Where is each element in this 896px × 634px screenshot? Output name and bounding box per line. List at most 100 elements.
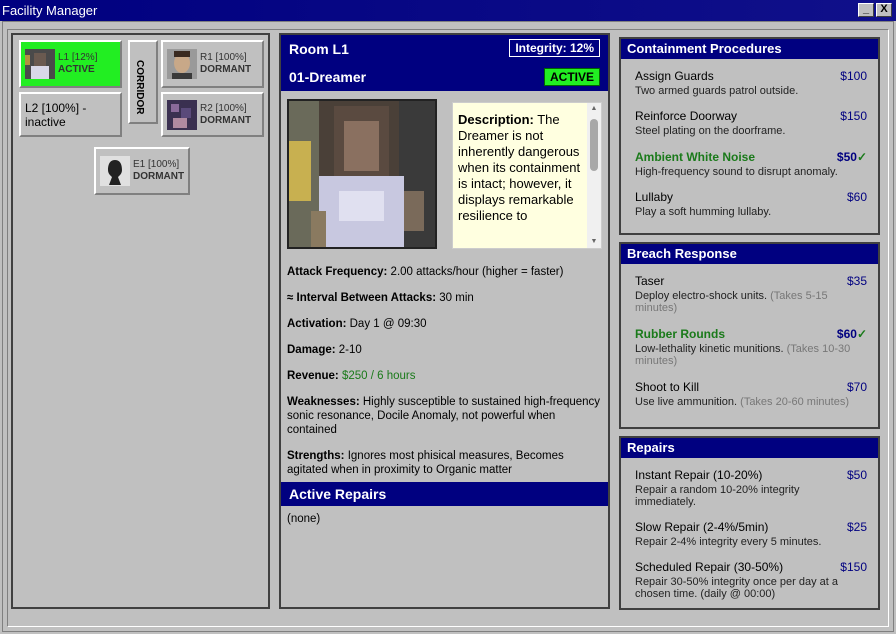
check-icon: ✓ — [856, 327, 867, 341]
scroll-down-icon[interactable]: ▼ — [587, 236, 601, 248]
option-price-value: $60 — [846, 190, 867, 204]
option-taser[interactable]: Taser $35 Deploy electro-shock units. (T… — [635, 274, 867, 314]
option-price: $35 — [847, 274, 867, 288]
room-label: R1 [100%] — [200, 52, 247, 63]
active-repairs-header: Active Repairs — [281, 482, 608, 506]
stat-label: Revenue: — [287, 370, 339, 382]
option-price: $70 — [847, 380, 867, 394]
option-slow-repair[interactable]: Slow Repair (2-4%/5min) $25 Repair 2-4% … — [635, 520, 867, 548]
window-title: Facility Manager — [2, 3, 98, 18]
option-reinforce-doorway[interactable]: Reinforce Doorway $150 Steel plating on … — [635, 109, 867, 137]
room-e1-tile[interactable]: E1 [100%] DORMANT — [94, 147, 190, 195]
close-button[interactable]: X — [876, 3, 892, 17]
anomaly-portrait — [287, 99, 437, 249]
stat-value: 2-10 — [338, 344, 362, 356]
room-label: R2 [100%] — [200, 102, 247, 114]
stat-value: 30 min — [439, 292, 474, 304]
stat-label: Weaknesses: — [287, 396, 360, 408]
anomaly-portrait-thumbnail — [25, 49, 55, 79]
stat-attack-frequency: Attack Frequency: 2.00 attacks/hour (hig… — [287, 265, 605, 279]
option-name: Instant Repair (10-20%) — [635, 468, 763, 482]
option-price: $150 — [840, 109, 867, 123]
room-label: E1 [100%] — [133, 159, 180, 170]
room-l1-tile[interactable]: L1 [12%] ACTIVE — [19, 40, 122, 88]
option-desc: Repair 2-4% integrity every 5 minutes. — [635, 536, 822, 548]
option-lullaby[interactable]: Lullaby $60 Play a soft humming lullaby. — [635, 190, 867, 218]
corridor-tile[interactable]: CORRIDOR — [128, 40, 158, 124]
scroll-up-icon[interactable]: ▲ — [587, 103, 601, 115]
option-duration: (Takes 20-60 minutes) — [740, 396, 849, 408]
option-desc-text: Low-lethality kinetic munitions. — [635, 343, 784, 355]
option-ambient-white-noise[interactable]: Ambient White Noise $50✓ High-frequency … — [635, 150, 867, 178]
stat-value: 2.00 attacks/hour (higher = faster) — [390, 266, 564, 278]
option-instant-repair[interactable]: Instant Repair (10-20%) $50 Repair a ran… — [635, 468, 867, 508]
option-price-value: $35 — [846, 274, 867, 288]
description-scrollbar[interactable]: ▲ ▼ — [587, 103, 601, 248]
room-state: DORMANT — [200, 64, 252, 75]
option-name: Reinforce Doorway — [635, 109, 738, 123]
stat-interval: ≈ Interval Between Attacks: 30 min — [287, 291, 605, 305]
option-desc: Repair 30-50% integrity once per day at … — [635, 576, 839, 600]
containment-header: Containment Procedures — [621, 39, 878, 59]
room-label: L1 [12%] — [58, 52, 98, 63]
option-assign-guards[interactable]: Assign Guards $100 Two armed guards patr… — [635, 69, 867, 97]
option-desc-text: Use live ammunition. — [635, 396, 738, 408]
option-price-value: $150 — [840, 560, 867, 574]
option-name: Taser — [635, 274, 665, 288]
option-desc: High-frequency sound to disrupt anomaly. — [635, 166, 838, 178]
check-icon: ✓ — [856, 150, 867, 164]
anomaly-name: 01-Dreamer — [289, 69, 367, 85]
room-r2-tile[interactable]: R2 [100%] DORMANT — [161, 92, 264, 137]
anomaly-stats: Attack Frequency: 2.00 attacks/hour (hig… — [287, 265, 605, 489]
option-price: $60✓ — [837, 327, 867, 341]
option-name: Shoot to Kill — [635, 380, 700, 394]
anomaly-portrait-thumbnail — [167, 49, 197, 79]
scroll-thumb[interactable] — [590, 119, 598, 171]
stat-damage: Damage: 2-10 — [287, 343, 605, 357]
facility-map-panel: L1 [12%] ACTIVE L2 [100%] - inactive COR… — [11, 33, 270, 609]
description-text: Description: The Dreamer is not inherent… — [458, 112, 583, 224]
title-bar: Facility Manager _ X — [0, 0, 896, 21]
status-badge: ACTIVE — [543, 68, 600, 86]
option-price-value: $50 — [836, 150, 857, 164]
room-r1-tile[interactable]: R1 [100%] DORMANT — [161, 40, 264, 88]
option-desc: Steel plating on the doorframe. — [635, 125, 786, 137]
option-desc-text: Deploy electro-shock units. — [635, 290, 768, 302]
option-desc: Deploy electro-shock units. (Takes 5-15 … — [635, 290, 867, 314]
stat-label: ≈ Interval Between Attacks: — [287, 292, 437, 304]
option-price: $50 — [847, 468, 867, 482]
option-price-value: $150 — [840, 109, 867, 123]
room-l2-tile[interactable]: L2 [100%] - inactive — [19, 92, 122, 137]
room-state: ACTIVE — [58, 64, 95, 75]
stat-label: Attack Frequency: — [287, 266, 388, 278]
anomaly-portrait-thumbnail — [167, 99, 197, 130]
option-name: Scheduled Repair (30-50%) — [635, 560, 784, 574]
room-label: L2 [100%] - — [25, 100, 87, 115]
stat-activation: Activation: Day 1 @ 09:30 — [287, 317, 605, 331]
option-price: $25 — [847, 520, 867, 534]
room-state: DORMANT — [133, 171, 185, 182]
room-state: inactive — [25, 114, 66, 129]
stat-value: Day 1 @ 09:30 — [349, 318, 427, 330]
breach-header: Breach Response — [621, 244, 878, 264]
option-name: Assign Guards — [635, 69, 714, 83]
description-label: Description: — [458, 112, 534, 127]
description-box[interactable]: Description: The Dreamer is not inherent… — [452, 102, 602, 249]
containment-panel: Containment Procedures Assign Guards $10… — [619, 37, 880, 235]
option-price: $60 — [847, 190, 867, 204]
option-shoot-to-kill[interactable]: Shoot to Kill $70 Use live ammunition. (… — [635, 380, 867, 408]
option-price-value: $70 — [846, 380, 867, 394]
stat-value: $250 / 6 hours — [341, 370, 416, 382]
option-price-value: $25 — [846, 520, 867, 534]
repairs-header: Repairs — [621, 438, 878, 458]
repairs-panel: Repairs Instant Repair (10-20%) $50 Repa… — [619, 436, 880, 610]
room-state: DORMANT — [200, 114, 252, 126]
anomaly-portrait-thumbnail — [100, 156, 130, 186]
integrity-badge: Integrity: 12% — [509, 39, 600, 57]
option-price: $50✓ — [837, 150, 867, 164]
option-rubber-rounds[interactable]: Rubber Rounds $60✓ Low-lethality kinetic… — [635, 327, 867, 367]
minimize-button[interactable]: _ — [858, 3, 874, 17]
room-title: Room L1 — [289, 41, 349, 57]
stat-label: Activation: — [287, 318, 347, 330]
option-scheduled-repair[interactable]: Scheduled Repair (30-50%) $150 Repair 30… — [635, 560, 867, 600]
